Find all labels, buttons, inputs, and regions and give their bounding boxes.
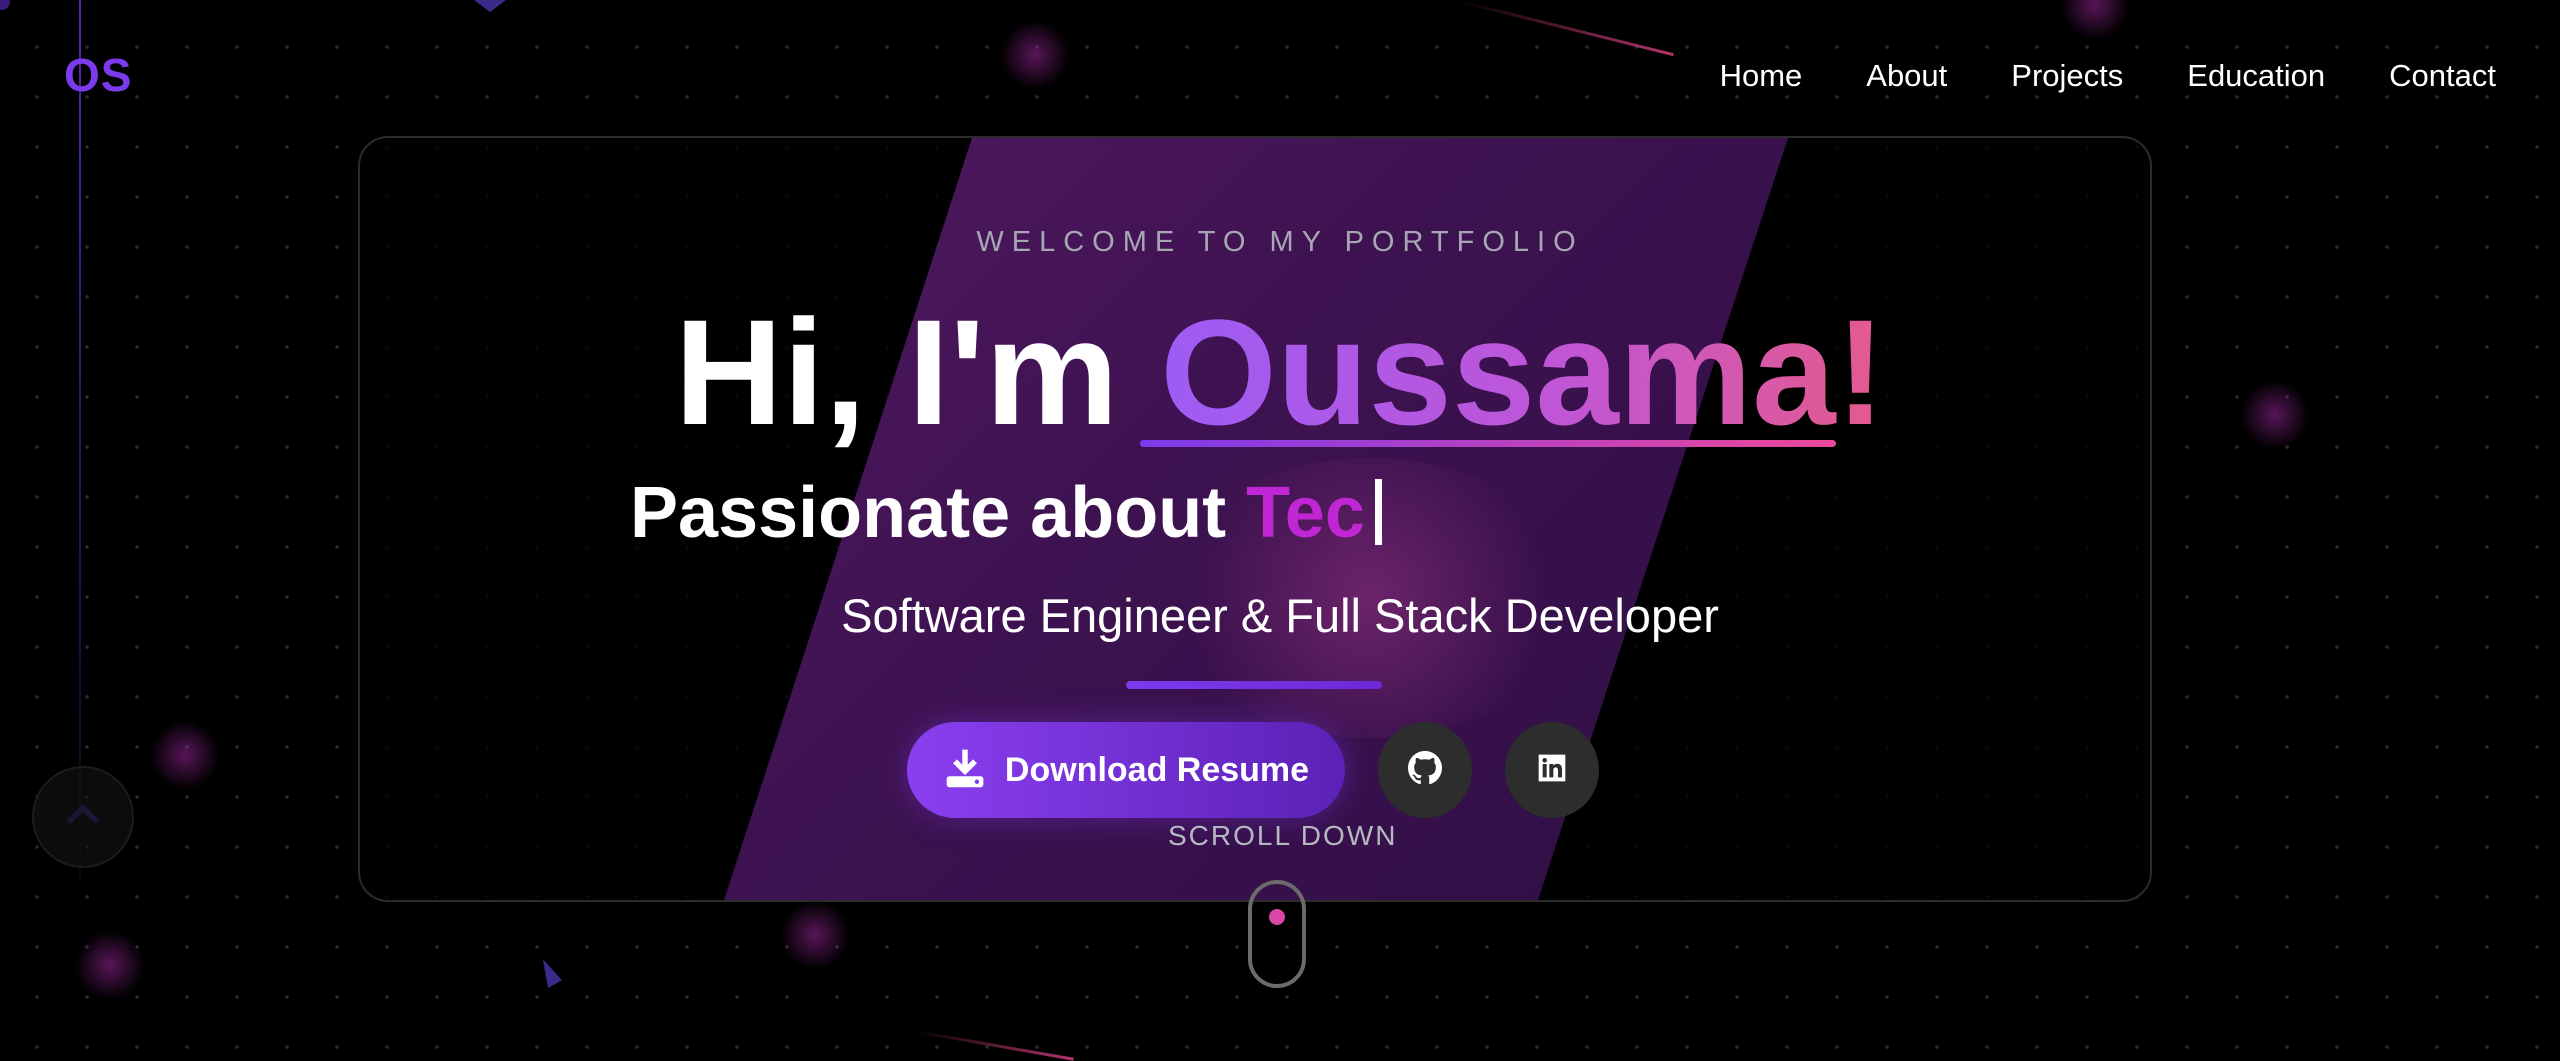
chevron-up-icon xyxy=(61,793,105,842)
background-glow xyxy=(1000,20,1070,90)
hero-subtitle: Software Engineer & Full Stack Developer xyxy=(841,589,1719,642)
shooting-star xyxy=(915,1030,1074,1061)
name-underline xyxy=(1140,440,1836,447)
decorative-triangle xyxy=(0,0,10,10)
hero-name: Oussama! xyxy=(1160,288,1886,456)
scroll-mouse-indicator[interactable] xyxy=(1248,880,1306,988)
background-glow xyxy=(780,900,850,970)
scroll-wheel-dot xyxy=(1269,909,1285,925)
github-button[interactable] xyxy=(1378,722,1472,818)
nav-contact[interactable]: Contact xyxy=(2389,58,2496,94)
site-logo[interactable]: OS xyxy=(64,48,132,102)
hero-tagline: Passionate about Tec xyxy=(630,472,1382,554)
tagline-prefix: Passionate about xyxy=(630,473,1247,553)
linkedin-button[interactable] xyxy=(1505,722,1599,818)
download-resume-button[interactable]: Download Resume xyxy=(907,722,1345,818)
scroll-down-label: SCROLL DOWN xyxy=(1168,820,1398,851)
download-resume-label: Download Resume xyxy=(1004,750,1310,789)
nav-about[interactable]: About xyxy=(1866,58,1947,94)
shooting-star xyxy=(1459,0,1674,57)
background-glow xyxy=(2060,0,2130,40)
hero-eyebrow: WELCOME TO MY PORTFOLIO xyxy=(976,226,1584,258)
linkedin-icon xyxy=(1536,752,1568,789)
download-icon xyxy=(943,746,987,795)
background-glow xyxy=(150,720,220,790)
typing-cursor xyxy=(1374,479,1382,545)
decorative-triangle xyxy=(474,0,506,12)
hero-title: Hi, I'm Oussama! xyxy=(0,290,2560,455)
hero-divider xyxy=(1126,681,1382,689)
nav-home[interactable]: Home xyxy=(1720,58,1803,94)
nav-education[interactable]: Education xyxy=(2187,58,2325,94)
hero-greeting: Hi, I'm xyxy=(674,288,1161,456)
main-nav: Home About Projects Education Contact xyxy=(1720,58,2496,94)
tagline-typed-word: Tec xyxy=(1246,473,1365,553)
background-glow xyxy=(75,930,145,1000)
back-to-top-button[interactable] xyxy=(32,766,134,868)
decorative-triangle xyxy=(534,955,562,989)
github-icon xyxy=(1408,750,1442,790)
nav-projects[interactable]: Projects xyxy=(2011,58,2123,94)
